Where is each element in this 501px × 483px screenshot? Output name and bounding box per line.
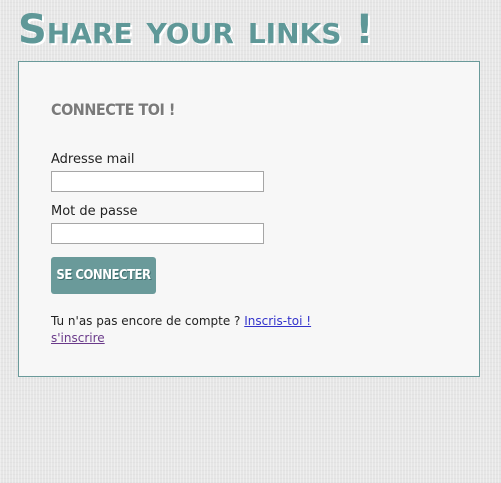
login-button[interactable]: Se connecter	[51, 257, 156, 294]
signup-prompt-block: Tu n'as pas encore de compte ? Inscris-t…	[51, 313, 351, 347]
login-heading: Connecte toi !	[51, 100, 175, 119]
password-label: Mot de passe	[51, 204, 138, 219]
email-field[interactable]	[51, 171, 264, 192]
password-field[interactable]	[51, 223, 264, 244]
signup-link[interactable]: Inscris-toi !	[244, 314, 311, 328]
signup-alt-link[interactable]: s'inscrire	[51, 331, 105, 345]
signup-prompt-text: Tu n'as pas encore de compte ?	[51, 314, 245, 328]
login-panel: Connecte toi ! Adresse mail Mot de passe…	[18, 61, 480, 377]
site-title: Share your links !	[18, 7, 374, 53]
email-label: Adresse mail	[51, 152, 135, 167]
